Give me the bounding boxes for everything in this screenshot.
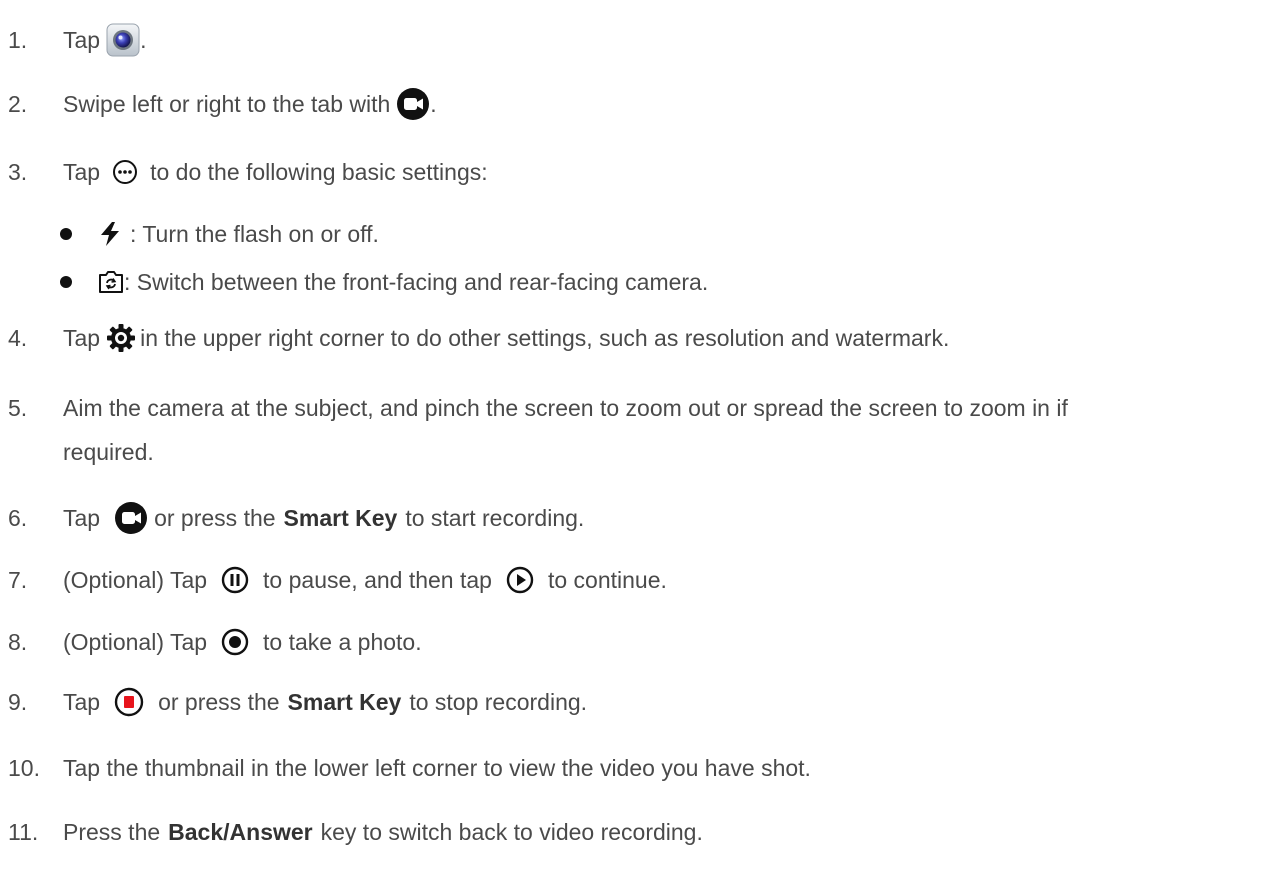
- step-number: 7.: [8, 566, 28, 593]
- step-text-end: in the upper right corner to do other se…: [140, 324, 950, 351]
- step-text: Press the: [63, 818, 161, 845]
- bullet-text: : Turn the flash on or off.: [130, 220, 379, 247]
- bullet-text: : Switch between the front-facing and re…: [124, 268, 709, 295]
- step-text: or press the: [158, 688, 280, 715]
- step-text: Tap: [63, 26, 101, 53]
- bullet-dot: [60, 228, 72, 240]
- step-text-end: to continue.: [547, 566, 667, 593]
- record-video-icon: [114, 501, 148, 535]
- play-icon: [506, 566, 534, 594]
- step-text: Tap: [63, 158, 101, 185]
- step-text: Aim the camera at the subject, and pinch…: [63, 394, 1068, 421]
- step-text-end: .: [430, 90, 437, 117]
- flash-icon: [98, 221, 122, 247]
- step-number: 2.: [8, 90, 28, 117]
- camera-app-icon: [106, 23, 140, 57]
- step-number: 9.: [8, 688, 28, 715]
- pause-icon: [221, 566, 249, 594]
- settings-gear-icon: [106, 323, 136, 353]
- more-options-icon: [112, 159, 138, 185]
- smart-key-label: Smart Key: [287, 688, 402, 715]
- step-number: 10.: [8, 754, 40, 781]
- step-text-end: to take a photo.: [263, 628, 422, 655]
- step-text: Tap: [63, 688, 101, 715]
- video-camera-icon: [396, 87, 430, 121]
- step-text-end: .: [140, 26, 147, 53]
- step-text-end: to start recording.: [405, 504, 585, 531]
- step-number: 4.: [8, 324, 28, 351]
- step-text: Tap: [63, 324, 101, 351]
- step-text: (Optional) Tap: [63, 628, 208, 655]
- smart-key-label: Smart Key: [283, 504, 398, 531]
- step-number: 3.: [8, 158, 28, 185]
- step-number: 6.: [8, 504, 28, 531]
- step-text: Swipe left or right to the tab with: [63, 90, 391, 117]
- capture-photo-icon: [221, 628, 249, 656]
- step-text: Tap: [63, 504, 101, 531]
- step-number: 8.: [8, 628, 28, 655]
- back-answer-key-label: Back/Answer: [168, 818, 313, 845]
- instructions-page: 1. Tap . 2. Swipe left or right to the t…: [0, 0, 1286, 893]
- step-text: (Optional) Tap: [63, 566, 208, 593]
- step-text-end: key to switch back to video recording.: [320, 818, 703, 845]
- step-number: 11.: [8, 818, 39, 845]
- step-text: to pause, and then tap: [263, 566, 492, 593]
- step-number: 1.: [8, 26, 28, 53]
- bullet-dot: [60, 276, 72, 288]
- step-number: 5.: [8, 394, 28, 421]
- step-text: Tap the thumbnail in the lower left corn…: [63, 754, 811, 781]
- step-text: or press the: [154, 504, 276, 531]
- step-text-end: to do the following basic settings:: [150, 158, 488, 185]
- switch-camera-icon: [98, 270, 124, 294]
- stop-recording-icon: [114, 687, 144, 717]
- step-text-end: to stop recording.: [409, 688, 588, 715]
- step-text: required.: [63, 438, 154, 465]
